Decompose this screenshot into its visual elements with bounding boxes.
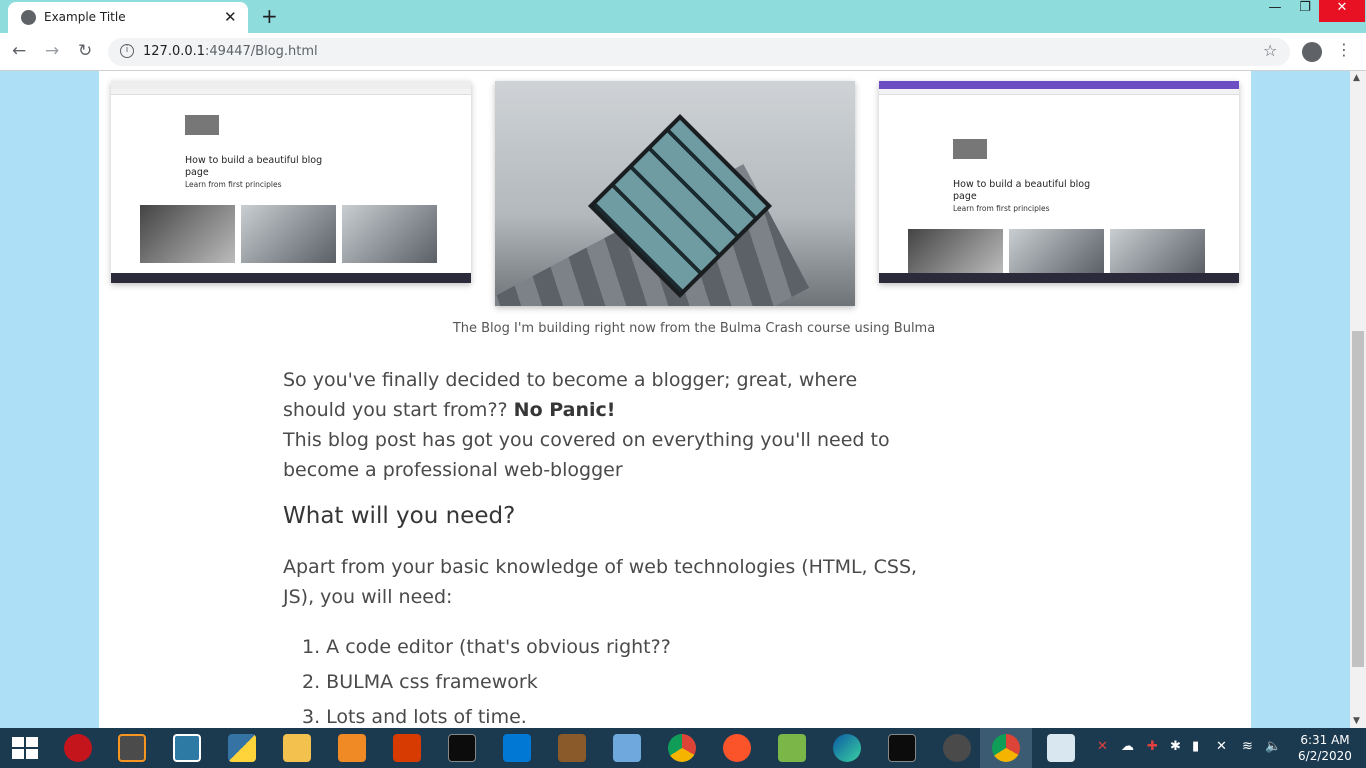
close-window-button[interactable]: ✕ [1319, 0, 1365, 22]
chrome-icon[interactable] [668, 734, 696, 762]
mini-thumb-3 [342, 205, 437, 263]
mini-thumb-3 [1110, 229, 1205, 273]
page-viewport: How to build a beautiful blog page Learn… [0, 71, 1350, 728]
list-item: 1. A code editor (that's obvious right?? [302, 636, 671, 658]
wifi-icon[interactable]: ≋ [1242, 739, 1253, 754]
menu-dots-icon[interactable]: ⋮ [1336, 40, 1352, 59]
mini-avatar-image [953, 139, 987, 159]
tray-weather-icon[interactable]: ☁ [1121, 739, 1134, 754]
mini-blog-title: How to build a beautiful blog page [953, 179, 1091, 202]
mini-avatar-image [185, 115, 219, 135]
mini-thumb-2 [1009, 229, 1104, 273]
figure-left-screenshot: How to build a beautiful blog page Learn… [111, 81, 471, 283]
bracket-app-icon[interactable] [173, 734, 201, 762]
tab-title: Example Title [44, 10, 126, 24]
mini-taskbar [111, 273, 471, 283]
edge-icon[interactable] [833, 734, 861, 762]
scrollbar-thumb[interactable] [1352, 331, 1364, 667]
profile-avatar-icon[interactable] [1302, 42, 1322, 62]
battery-icon[interactable]: ▮ [1192, 739, 1199, 754]
volume-icon[interactable]: 🔈 [1265, 739, 1281, 754]
network-icon[interactable]: ✕ [1216, 739, 1227, 754]
reload-icon[interactable]: ↻ [78, 41, 92, 61]
pinball-icon[interactable] [778, 734, 806, 762]
file-explorer-icon[interactable] [283, 734, 311, 762]
tab-active[interactable]: Example Title ✕ [8, 2, 248, 33]
address-bar[interactable]: i 127.0.0.1:49447/Blog.html ☆ [108, 38, 1290, 66]
python-icon[interactable] [228, 734, 256, 762]
windows-start-icon[interactable] [12, 737, 38, 759]
browser-tabbar: Example Title ✕ + — ❐ ✕ [0, 0, 1366, 33]
forward-icon[interactable]: → [45, 41, 59, 61]
tray-alert-icon[interactable]: ✚ [1147, 739, 1158, 754]
game-icon[interactable] [558, 734, 586, 762]
office-icon[interactable] [393, 734, 421, 762]
info-icon[interactable]: i [120, 44, 134, 58]
chrome-active-icon[interactable] [992, 734, 1020, 762]
mini-blog-title: How to build a beautiful blog page [185, 155, 323, 178]
mini-blog-subtitle: Learn from first principles [185, 180, 282, 189]
figure-right-screenshot: How to build a beautiful blog page Learn… [879, 81, 1239, 283]
page-scrollbar[interactable]: ▲ ▼ [1350, 71, 1366, 728]
intro-paragraph: So you've finally decided to become a bl… [283, 369, 890, 481]
mini-thumb-2 [241, 205, 336, 263]
brave-icon[interactable] [723, 734, 751, 762]
terminal-icon[interactable] [448, 734, 476, 762]
building-photo [495, 81, 855, 306]
opera-icon[interactable] [64, 734, 92, 762]
terminal2-icon[interactable] [888, 734, 916, 762]
back-icon[interactable]: ← [12, 41, 26, 61]
clock-date: 6/2/2020 [1298, 749, 1352, 763]
scroll-down-icon[interactable]: ▼ [1353, 716, 1360, 726]
list-item: 3. Lots and lots of time. [302, 706, 527, 728]
mini-thumb-1 [140, 205, 235, 263]
restore-button[interactable]: ❐ [1289, 0, 1321, 22]
minimize-button[interactable]: — [1259, 0, 1291, 22]
scroll-up-icon[interactable]: ▲ [1353, 73, 1360, 83]
needs-paragraph: Apart from your basic knowledge of web t… [283, 556, 918, 608]
bluetooth-icon[interactable]: ✱ [1170, 739, 1181, 754]
globe-icon [21, 10, 36, 25]
system-clock[interactable]: 6:31 AM 6/2/2020 [1290, 732, 1360, 764]
vscode-icon[interactable] [503, 734, 531, 762]
intro-bold: No Panic! [513, 399, 616, 421]
figure-caption: The Blog I'm building right now from the… [452, 321, 936, 336]
list-item: 2. BULMA css framework [302, 671, 538, 693]
python2-icon[interactable] [943, 734, 971, 762]
sniffer-icon[interactable] [613, 734, 641, 762]
clock-time: 6:31 AM [1300, 733, 1350, 747]
page-content: How to build a beautiful blog page Learn… [99, 71, 1251, 728]
browser-toolbar: ← → ↻ i 127.0.0.1:49447/Blog.html ☆ [0, 33, 1366, 71]
windows-taskbar: ✕ ☁ ✚ ✱ ▮ ✕ ≋ 🔈 6:31 AM 6/2/2020 [0, 728, 1366, 768]
mini-taskbar [879, 273, 1239, 283]
mini-blog-subtitle: Learn from first principles [953, 204, 1050, 213]
bookmark-star-icon[interactable]: ☆ [1263, 41, 1277, 60]
url-text: 127.0.0.1:49447/Blog.html [143, 44, 318, 59]
mini-thumb-1 [908, 229, 1003, 273]
sublime-icon[interactable] [118, 734, 146, 762]
section-heading: What will you need? [283, 503, 516, 529]
paint-icon[interactable] [1047, 734, 1075, 762]
tray-tool-icon[interactable]: ✕ [1097, 739, 1108, 754]
media-player-icon[interactable] [338, 734, 366, 762]
needs-list: 1. A code editor (that's obvious right??… [302, 632, 671, 728]
new-tab-button[interactable]: + [261, 4, 278, 28]
tab-close-icon[interactable]: ✕ [224, 8, 237, 26]
